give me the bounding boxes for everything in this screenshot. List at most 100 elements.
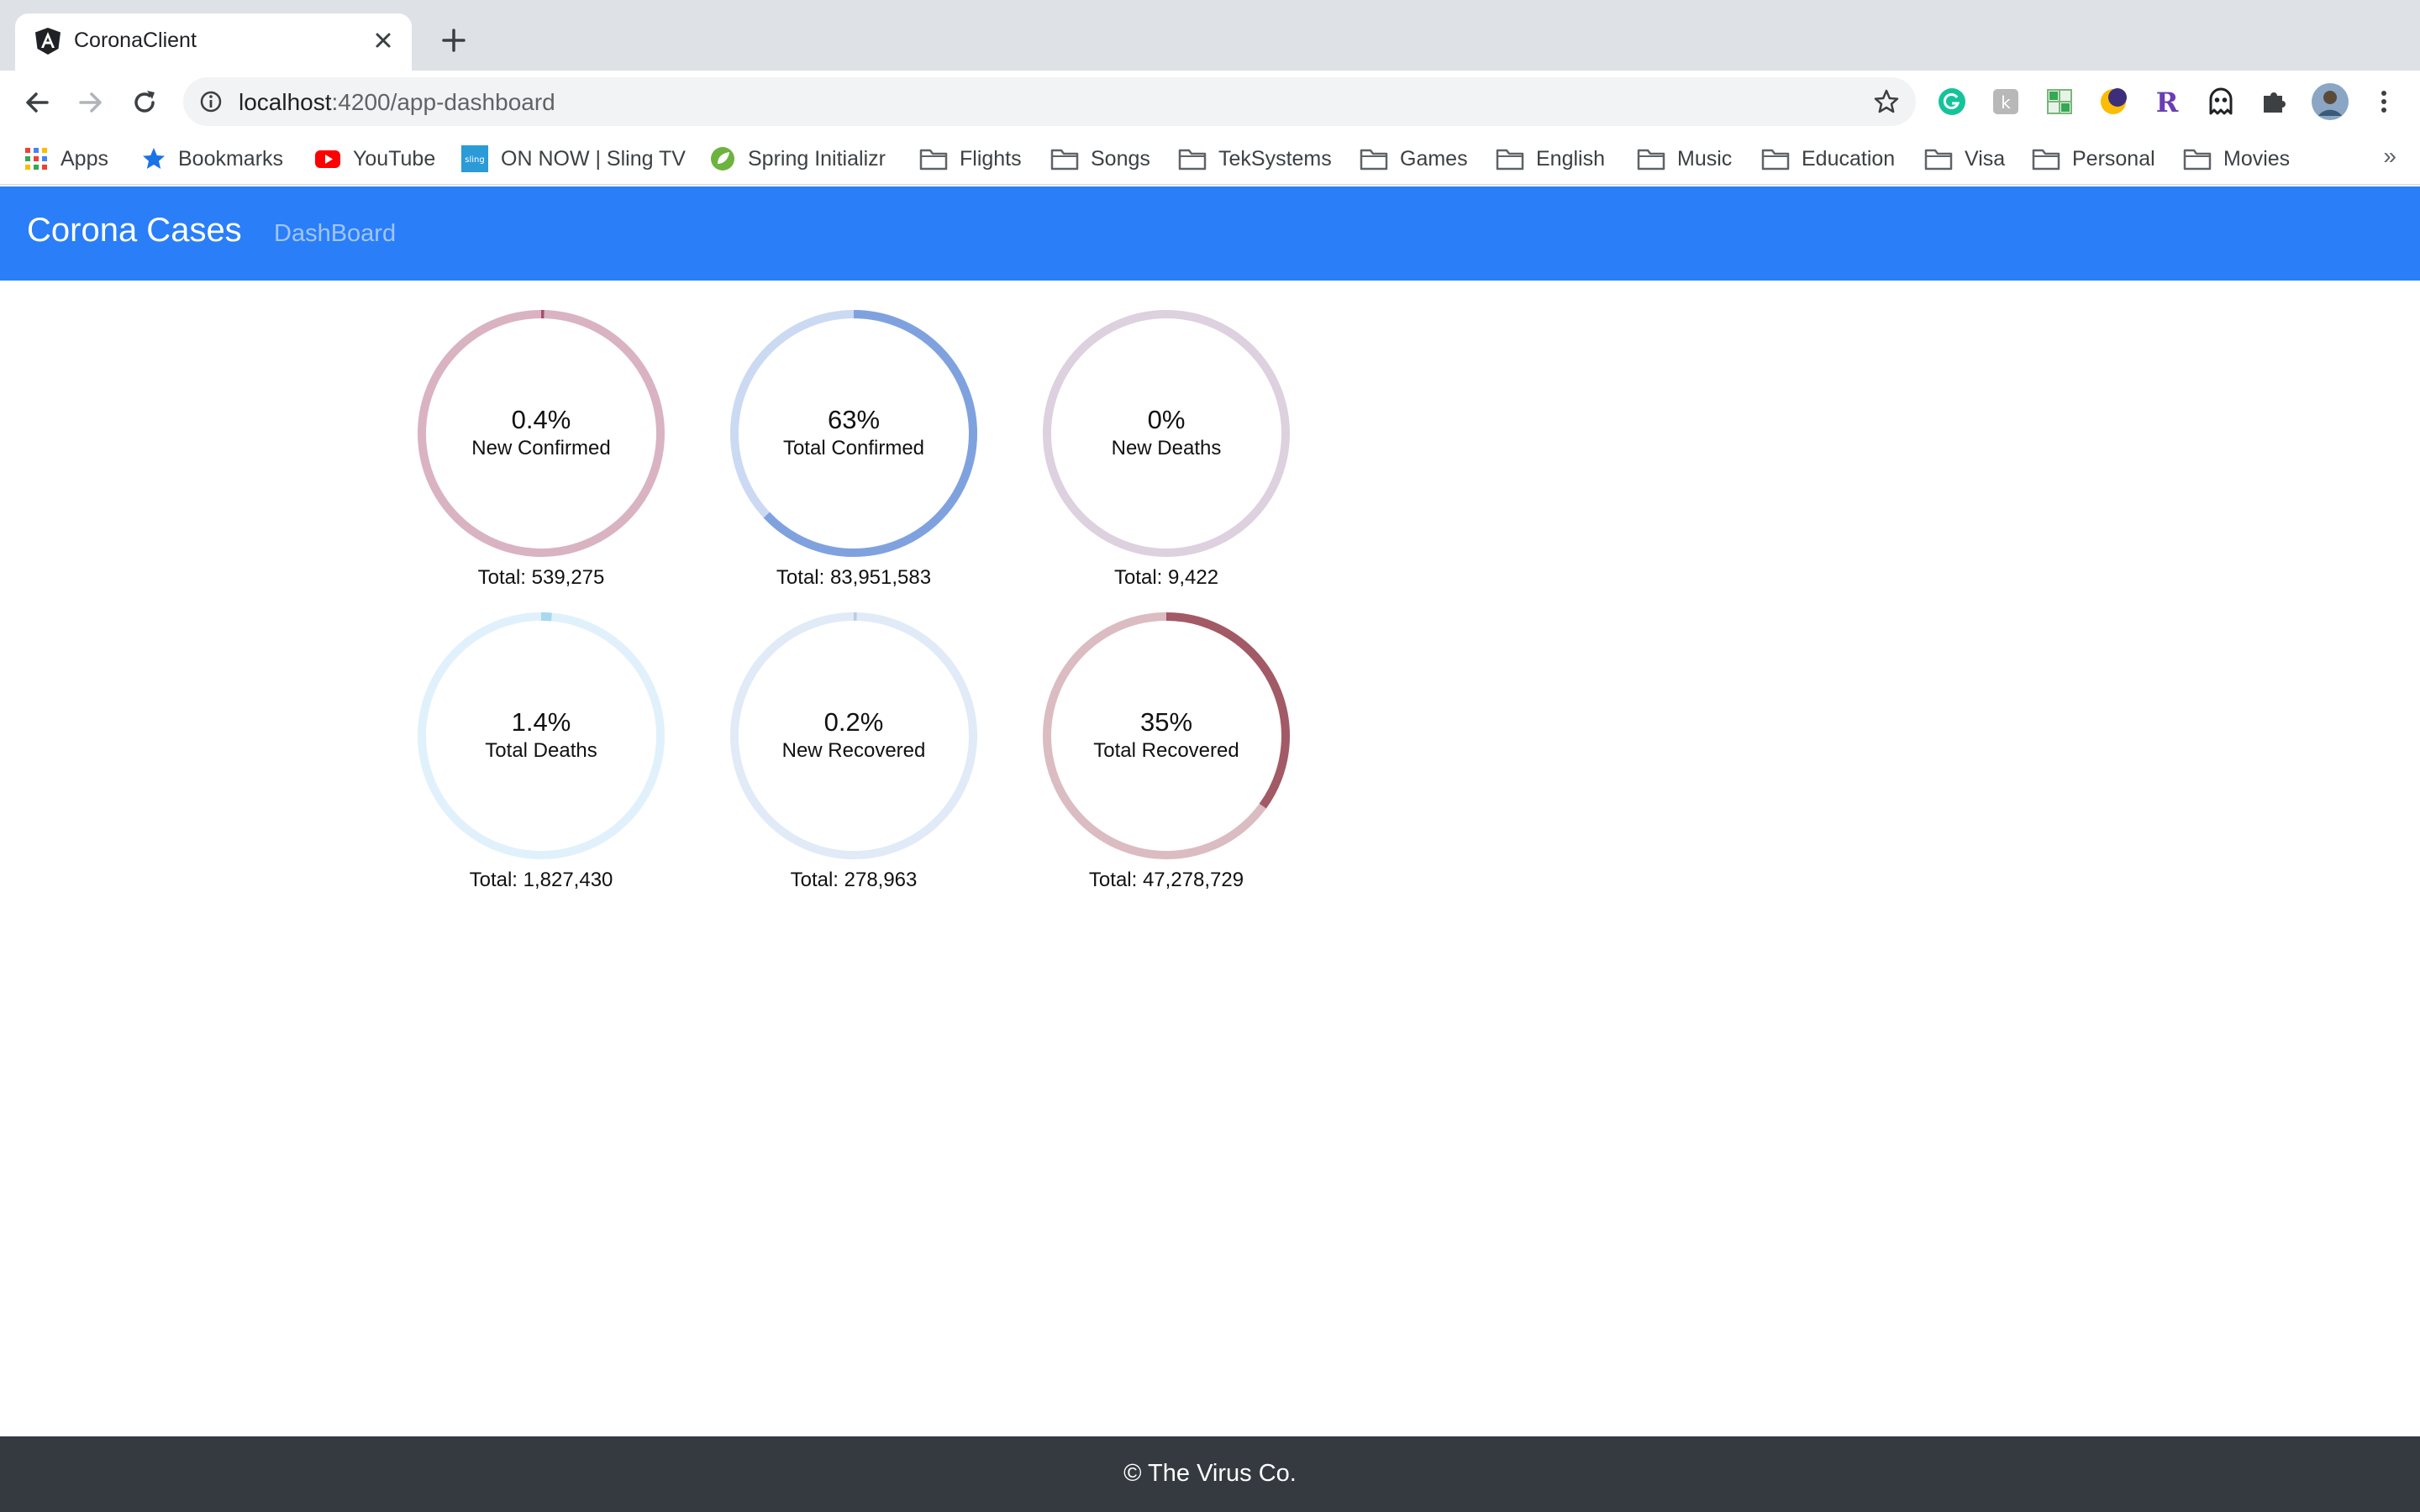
kebab-menu-icon[interactable] xyxy=(2368,86,2400,118)
extension-icon[interactable]: k xyxy=(1990,86,2022,118)
grammarly-extension-icon[interactable] xyxy=(1936,86,1968,118)
folder-icon xyxy=(1178,149,1207,171)
url-path: :4200/app-dashboard xyxy=(331,89,555,115)
puzzle-extensions-icon[interactable] xyxy=(2259,86,2291,118)
folder-icon xyxy=(1050,149,1079,171)
bookmark-label: TekSystems xyxy=(1218,146,1332,171)
back-arrow-icon[interactable] xyxy=(20,86,54,119)
bookmark-bookmarks[interactable]: Bookmarks xyxy=(141,143,283,175)
spring-icon xyxy=(711,147,734,171)
svg-text:sling: sling xyxy=(465,155,484,165)
profile-avatar-icon[interactable] xyxy=(2311,82,2349,121)
address-bar[interactable]: localhost:4200/app-dashboard xyxy=(183,77,1916,126)
gauge-percent: 63% xyxy=(827,405,881,434)
gauge-card-total-recovered: 35% Total Recovered Total: 47,278,729 xyxy=(1032,583,1301,891)
url-host: localhost xyxy=(239,89,332,115)
bookmark-apps[interactable]: Apps xyxy=(24,143,108,175)
bookmark-spring[interactable]: Spring Initializr xyxy=(709,143,886,175)
r-extension-icon[interactable]: R xyxy=(2151,86,2183,118)
new-tab-icon[interactable] xyxy=(437,24,471,57)
gauge-total: Total: 278,963 xyxy=(790,869,918,891)
bookmark-label: Education xyxy=(1802,146,1896,171)
bookmark-label: Songs xyxy=(1091,146,1150,171)
brand-title[interactable]: Corona Cases xyxy=(27,212,242,249)
bookmark-folder-visa[interactable]: Visa xyxy=(1924,143,2005,175)
gauge-label: New Recovered xyxy=(781,739,926,762)
gauge-percent: 0% xyxy=(1147,405,1186,434)
nav-link-dashboard[interactable]: DashBoard xyxy=(274,220,396,248)
folder-icon xyxy=(919,149,948,171)
bookmark-star-icon[interactable] xyxy=(1872,87,1901,116)
folder-icon xyxy=(2183,149,2212,171)
gauge-percent: 35% xyxy=(1139,707,1193,737)
bookmarks-bar: Apps Bookmarks YouTube sling ON NOW | Sl… xyxy=(0,133,2420,185)
bookmark-label: Visa xyxy=(1965,146,2006,171)
angular-logo-icon xyxy=(35,28,60,55)
bookmark-folder-songs[interactable]: Songs xyxy=(1050,143,1150,175)
bookmark-folder-flights[interactable]: Flights xyxy=(919,143,1022,175)
gauge-label: New Deaths xyxy=(1111,437,1222,459)
gauge-card-total-deaths: 1.4% Total Deaths Total: 1,827,430 xyxy=(407,583,676,891)
gauge-percent: 0.2% xyxy=(823,707,884,737)
gauge-label: Total Deaths xyxy=(485,739,597,762)
bookmark-folder-personal[interactable]: Personal xyxy=(2032,143,2155,175)
gauge-card-total-confirmed: 63% Total Confirmed Total: 83,951,583 xyxy=(719,281,988,589)
svg-text:R: R xyxy=(2156,87,2179,118)
folder-icon xyxy=(1637,149,1665,171)
url-text: localhost:4200/app-dashboard xyxy=(239,89,555,116)
gauge-label: New Confirmed xyxy=(471,437,611,459)
forward-arrow-icon[interactable] xyxy=(74,86,108,119)
browser-toolbar: localhost:4200/app-dashboard k R xyxy=(0,71,2420,133)
bookmark-folder-music[interactable]: Music xyxy=(1637,143,1732,175)
ghost-extension-icon[interactable] xyxy=(2205,86,2237,118)
gauge-label: Total Recovered xyxy=(1093,739,1239,762)
gauge-total: Total: 1,827,430 xyxy=(469,869,613,891)
folder-icon xyxy=(1761,149,1790,171)
gauge-card-new-recovered: 0.2% New Recovered Total: 278,963 xyxy=(719,583,988,891)
folder-icon xyxy=(1496,149,1524,171)
youtube-icon xyxy=(315,150,340,168)
bookmark-youtube[interactable]: YouTube xyxy=(314,143,435,175)
gauge-card-new-deaths: 0% New Deaths Total: 9,422 xyxy=(1032,281,1301,589)
folder-icon xyxy=(2032,149,2060,171)
bookmark-label: Movies xyxy=(2223,146,2291,171)
star-icon xyxy=(143,148,165,169)
bookmark-label: YouTube xyxy=(353,146,436,171)
gauge-percent: 0.4% xyxy=(511,405,571,434)
reload-icon[interactable] xyxy=(128,86,161,119)
bookmark-label: ON NOW | Sling TV xyxy=(501,146,686,171)
folder-icon xyxy=(1924,149,1953,171)
gauge-percent: 1.4% xyxy=(511,707,571,737)
close-tab-icon[interactable] xyxy=(368,25,398,55)
browser-tab[interactable]: CoronaClient xyxy=(15,13,412,71)
bookmark-folder-teksystems[interactable]: TekSystems xyxy=(1178,143,1332,175)
info-icon[interactable] xyxy=(198,89,224,114)
bookmark-folder-education[interactable]: Education xyxy=(1761,143,1895,175)
bookmark-label: English xyxy=(1536,146,1605,171)
folder-icon xyxy=(1360,149,1388,171)
tab-title: CoronaClient xyxy=(74,29,197,52)
more-bookmarks-chevron[interactable]: » xyxy=(2383,143,2396,170)
bookmark-label: Bookmarks xyxy=(178,146,284,171)
bookmark-folder-movies[interactable]: Movies xyxy=(2183,143,2290,175)
bookmark-sling[interactable]: sling ON NOW | Sling TV xyxy=(460,143,686,175)
gauge-label: Total Confirmed xyxy=(782,437,925,459)
sheet-extension-icon[interactable] xyxy=(2044,86,2075,118)
gauge-card-new-confirmed: 0.4% New Confirmed Total: 539,275 xyxy=(407,281,676,589)
bookmark-label: Flights xyxy=(960,146,1022,171)
bookmark-label: Music xyxy=(1677,146,1733,171)
bookmark-label: Games xyxy=(1400,146,1468,171)
tab-strip: CoronaClient xyxy=(0,0,2420,71)
gauge-total: Total: 47,278,729 xyxy=(1088,869,1244,891)
bookmark-label: Apps xyxy=(60,146,108,171)
bookmark-folder-english[interactable]: English xyxy=(1496,143,1605,175)
footer-copyright: © The Virus Co. xyxy=(1123,1460,1297,1487)
app-navbar: Corona Cases DashBoard xyxy=(0,186,2420,281)
bookmark-folder-games[interactable]: Games xyxy=(1360,143,1468,175)
sling-icon: sling xyxy=(461,145,488,172)
dark-mode-extension-icon[interactable] xyxy=(2097,86,2129,118)
footer: © The Virus Co. xyxy=(0,1436,2420,1512)
svg-text:k: k xyxy=(2001,92,2011,113)
bookmark-label: Spring Initializr xyxy=(748,146,886,171)
dashboard-content: 0.4% New Confirmed Total: 539,275 63% To… xyxy=(0,281,2420,1436)
